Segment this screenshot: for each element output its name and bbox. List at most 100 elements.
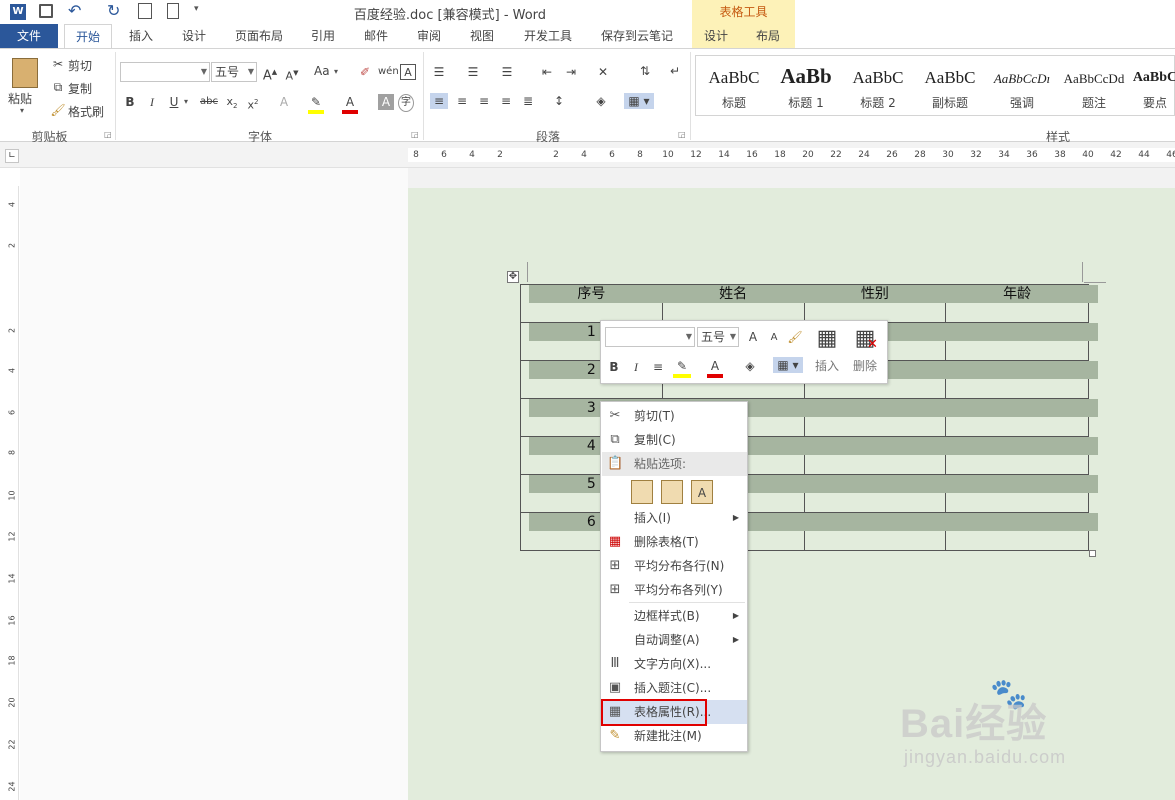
italic-icon[interactable]: I	[629, 359, 643, 375]
line-spacing-icon[interactable]: ↕	[550, 93, 568, 109]
scissors-icon[interactable]: ✂	[50, 56, 66, 72]
align-right-icon[interactable]: ≡	[475, 93, 493, 109]
table-header-cell[interactable]: 性别	[803, 284, 956, 323]
paste-keep-source-icon[interactable]	[631, 480, 653, 504]
table-cell[interactable]	[803, 398, 956, 437]
tab-review[interactable]: 审阅	[406, 24, 452, 48]
table-cell[interactable]	[945, 322, 1098, 361]
font-size-field[interactable]: 五号 ▼	[211, 62, 257, 82]
bold-icon[interactable]: B	[607, 359, 621, 375]
table-cell[interactable]	[945, 512, 1098, 551]
text-effects-icon[interactable]: A	[276, 94, 292, 110]
paste-dropdown-icon[interactable]: ▾	[20, 106, 24, 115]
shrink-font-icon[interactable]: A▼	[284, 65, 300, 85]
tab-selector-icon[interactable]: ∟	[5, 149, 19, 163]
table-cell[interactable]	[803, 512, 956, 551]
menu-item-text-direction[interactable]: Ⅲ 文字方向(X)...	[602, 652, 747, 676]
borders-icon[interactable]: ▦ ▾	[773, 357, 803, 373]
table-header-cell[interactable]: 序号	[520, 284, 672, 323]
style-heading-1[interactable]: AaBb 标题 1	[770, 56, 842, 115]
style-emphasis[interactable]: AaBbCcDı 强调	[986, 56, 1058, 115]
chinese-layout-icon[interactable]: ✕	[594, 64, 612, 80]
align-left-icon[interactable]: ≡	[430, 93, 448, 109]
tab-design[interactable]: 设计	[170, 24, 218, 48]
tab-file[interactable]: 文件	[0, 24, 58, 48]
table-cell[interactable]	[945, 360, 1098, 399]
shrink-font-icon[interactable]: A	[767, 330, 781, 346]
paste-button[interactable]: 粘贴	[8, 90, 32, 107]
paste-merge-format-icon[interactable]	[661, 480, 683, 504]
tab-insert[interactable]: 插入	[116, 24, 166, 48]
tab-developer[interactable]: 开发工具	[512, 24, 584, 48]
menu-item-insert[interactable]: 插入(I) ▶	[602, 506, 747, 530]
justify-icon[interactable]: ≡	[497, 93, 515, 109]
menu-item-cut[interactable]: ✂ 剪切(T)	[602, 404, 747, 428]
menu-item-copy[interactable]: ⧉ 复制(C)	[602, 428, 747, 452]
decrease-indent-icon[interactable]: ⇤	[538, 64, 556, 80]
paste-icon[interactable]	[12, 58, 38, 88]
grow-font-icon[interactable]: A▲	[262, 64, 278, 84]
shading-icon[interactable]: ◈	[592, 93, 610, 109]
superscript-icon[interactable]: x2	[245, 94, 261, 114]
tab-page-layout[interactable]: 页面布局	[224, 24, 294, 48]
menu-item-border-styles[interactable]: 边框样式(B) ▶	[602, 604, 747, 628]
font-color-icon[interactable]: A	[342, 94, 358, 114]
style-subtitle[interactable]: AaBbC 副标题	[914, 56, 986, 115]
strikethrough-icon[interactable]: abc	[199, 94, 219, 110]
table-cell[interactable]	[803, 474, 956, 513]
menu-item-insert-caption[interactable]: ▣ 插入题注(C)...	[602, 676, 747, 700]
menu-item-new-comment[interactable]: ✎ 新建批注(M)	[602, 724, 747, 748]
bullets-icon[interactable]: ☰	[430, 64, 448, 80]
table-cell[interactable]	[803, 436, 956, 475]
insert-table-icon[interactable]: ▦	[815, 327, 839, 351]
menu-item-delete-table[interactable]: ▦ 删除表格(T)	[602, 530, 747, 554]
copy-button[interactable]: 复制	[68, 80, 92, 97]
change-case-button[interactable]: Aa	[314, 64, 330, 78]
cut-button[interactable]: 剪切	[68, 57, 92, 74]
align-center-icon[interactable]: ≡	[453, 93, 471, 109]
table-resize-handle-icon[interactable]	[1089, 550, 1096, 557]
table-header-cell[interactable]: 姓名	[661, 284, 814, 323]
multilevel-list-icon[interactable]: ☰	[498, 64, 516, 80]
table-move-handle-icon[interactable]: ✥	[507, 271, 519, 283]
subscript-icon[interactable]: x2	[224, 94, 240, 114]
format-painter-icon[interactable]: 🖌	[787, 329, 803, 345]
numbering-icon[interactable]: ☰	[464, 64, 482, 80]
distributed-icon[interactable]: ≣	[519, 93, 537, 109]
sort-icon[interactable]: ⇅	[636, 63, 654, 79]
format-painter-icon[interactable]: 🖌	[50, 102, 66, 118]
highlight-icon[interactable]: ✎	[308, 94, 324, 114]
style-key-point[interactable]: AaBbC 要点	[1130, 56, 1175, 115]
format-painter-button[interactable]: 格式刷	[68, 103, 104, 120]
tab-view[interactable]: 视图	[459, 24, 505, 48]
tab-home[interactable]: 开始	[64, 24, 112, 48]
tab-table-design[interactable]: 设计	[694, 24, 738, 48]
style-title[interactable]: AaBbC 标题	[698, 56, 770, 115]
character-border-icon[interactable]: A	[400, 64, 416, 80]
borders-icon[interactable]: ▦ ▾	[624, 93, 654, 109]
table-header-cell[interactable]: 年龄	[945, 284, 1098, 323]
table-cell[interactable]	[945, 436, 1098, 475]
phonetic-guide-icon[interactable]: wén	[378, 64, 399, 80]
tab-mailings[interactable]: 邮件	[353, 24, 399, 48]
bold-icon[interactable]: B	[124, 94, 136, 110]
menu-item-autofit[interactable]: 自动调整(A) ▶	[602, 628, 747, 652]
clear-formatting-icon[interactable]: ✐	[357, 64, 373, 80]
tab-references[interactable]: 引用	[300, 24, 346, 48]
font-name-field[interactable]: ▼	[120, 62, 210, 82]
clipboard-launcher-icon[interactable]: ◲	[104, 130, 112, 139]
highlight-icon[interactable]: ✎	[673, 358, 691, 378]
shading-icon[interactable]: ◈	[741, 358, 759, 374]
tab-save-to-cloud-notes[interactable]: 保存到云笔记	[592, 24, 682, 48]
style-heading-2[interactable]: AaBbC 标题 2	[842, 56, 914, 115]
character-shading-icon[interactable]: A	[378, 94, 394, 110]
vertical-ruler[interactable]: 4 2 2 4 6 8 10 12 14 16 18 20 22 24	[5, 186, 19, 800]
copy-icon[interactable]: ⧉	[50, 79, 66, 95]
paragraph-launcher-icon[interactable]: ◲	[678, 130, 686, 139]
mini-font-size-field[interactable]: 五号 ▼	[697, 327, 739, 347]
mini-delete-button[interactable]: 删除	[853, 357, 877, 374]
font-color-icon[interactable]: A	[707, 358, 723, 378]
paste-text-only-icon[interactable]: A	[691, 480, 713, 504]
mini-insert-button[interactable]: 插入	[815, 357, 839, 374]
show-marks-icon[interactable]: ↵	[668, 63, 682, 79]
